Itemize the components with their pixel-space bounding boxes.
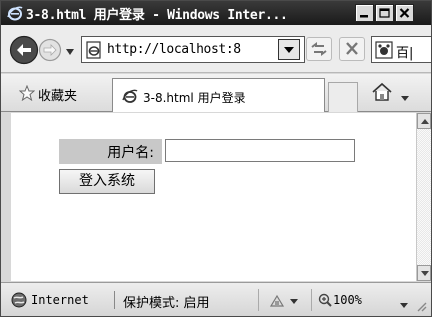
minimize-button[interactable] bbox=[355, 4, 374, 22]
username-label: 用户名: bbox=[107, 145, 154, 161]
globe-icon bbox=[11, 292, 27, 308]
search-box[interactable]: 百| bbox=[371, 36, 431, 63]
stop-button[interactable] bbox=[339, 37, 365, 61]
zoom-dropdown-icon[interactable] bbox=[400, 298, 408, 308]
forward-arrow-icon bbox=[38, 38, 62, 62]
refresh-button[interactable] bbox=[306, 37, 332, 61]
close-button[interactable] bbox=[395, 4, 414, 22]
status-bar: Internet 保护模式: 启用 100% bbox=[1, 282, 431, 316]
protected-mode-label[interactable]: 保护模式: 启用 bbox=[123, 292, 210, 311]
forward-button[interactable] bbox=[38, 38, 62, 62]
home-icon[interactable] bbox=[371, 81, 393, 103]
stop-icon bbox=[346, 42, 358, 55]
new-tab-button[interactable] bbox=[328, 82, 358, 112]
navigation-bar: http://localhost:8 百| bbox=[1, 25, 431, 73]
security-tool-button[interactable] bbox=[268, 292, 302, 310]
address-text[interactable]: http://localhost:8 bbox=[107, 42, 262, 57]
page-icon bbox=[86, 41, 103, 59]
page-viewport: 用户名: 登入系统 bbox=[11, 113, 416, 281]
maximize-button[interactable] bbox=[375, 4, 394, 22]
page-icon bbox=[121, 87, 139, 105]
tab-active[interactable]: 3-8.html 用户登录 bbox=[112, 78, 325, 112]
status-divider bbox=[311, 289, 312, 311]
search-provider-icon bbox=[375, 41, 393, 59]
star-icon[interactable] bbox=[18, 84, 36, 105]
window-title: 3-8.html 用户登录 - Windows Inter... bbox=[26, 8, 288, 23]
username-input[interactable] bbox=[165, 139, 355, 162]
magnifier-icon[interactable] bbox=[317, 292, 333, 308]
history-dropdown-icon[interactable] bbox=[65, 45, 75, 55]
scroll-down-button[interactable] bbox=[417, 265, 431, 281]
home-dropdown-icon[interactable] bbox=[401, 91, 409, 101]
browser-window: 3-8.html 用户登录 - Windows Inter... http://… bbox=[0, 0, 432, 317]
ie-icon bbox=[6, 4, 24, 22]
security-zone-label: Internet bbox=[31, 293, 89, 307]
zoom-level[interactable]: 100% bbox=[333, 293, 362, 307]
scroll-up-button[interactable] bbox=[417, 113, 431, 129]
login-button[interactable]: 登入系统 bbox=[59, 169, 155, 194]
address-bar[interactable]: http://localhost:8 bbox=[81, 36, 305, 63]
vertical-scrollbar[interactable] bbox=[416, 113, 431, 281]
title-bar: 3-8.html 用户登录 - Windows Inter... bbox=[1, 1, 431, 25]
status-divider bbox=[258, 289, 259, 311]
resize-grip-icon[interactable] bbox=[415, 300, 427, 312]
username-label-cell: 用户名: bbox=[59, 139, 162, 164]
refresh-icon bbox=[311, 42, 327, 56]
favorites-bar: 收藏夹 3-8.html 用户登录 bbox=[1, 74, 431, 112]
address-dropdown-icon[interactable] bbox=[278, 39, 300, 60]
search-provider-text: 百| bbox=[396, 46, 414, 61]
favorites-label[interactable]: 收藏夹 bbox=[38, 85, 77, 104]
status-divider bbox=[114, 291, 115, 309]
back-arrow-icon bbox=[9, 35, 39, 65]
tab-title: 3-8.html 用户登录 bbox=[143, 91, 246, 105]
back-button[interactable] bbox=[9, 35, 39, 65]
